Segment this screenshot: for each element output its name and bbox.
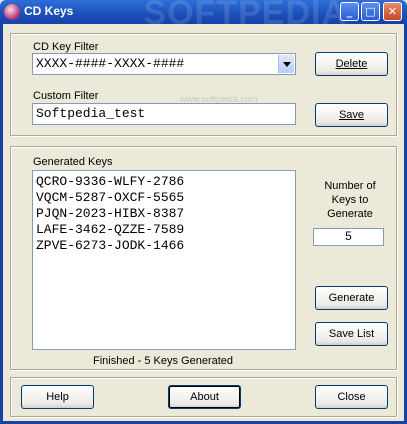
keys-to-label: Keys to [331,194,369,206]
about-button[interactable]: About [168,385,241,409]
list-item[interactable]: QCRO-9336-WLFY-2786 [36,174,292,190]
window-frame-left [0,24,3,424]
list-item[interactable]: LAFE-3462-QZZE-7589 [36,222,292,238]
generated-keys-label: Generated Keys [33,156,113,168]
help-button[interactable]: Help [21,385,94,409]
watermark: SOFTPEDIA [143,0,347,24]
custom-filter-label: Custom Filter [33,90,99,102]
generated-keys-list[interactable]: QCRO-9336-WLFY-2786 VQCM-5287-OXCF-5565 … [32,170,296,350]
generate-button-label: Generate [328,292,375,304]
cd-key-filter-label: CD Key Filter [33,41,99,53]
list-item[interactable]: ZPVE-6273-JODK-1466 [36,238,292,254]
list-item[interactable]: PJQN-2023-HIBX-8387 [36,206,292,222]
save-filter-label: Save [338,109,365,121]
close-button-label: Close [337,391,366,403]
app-icon [4,4,20,20]
window-title: CD Keys [24,4,74,18]
close-button[interactable]: Close [315,385,388,409]
generate-count-label: Generate [327,208,373,220]
key-count-input[interactable]: 5 [313,228,384,246]
close-window-button[interactable]: ✕ [383,2,402,21]
help-button-label: Help [46,391,69,403]
maximize-button[interactable]: □ [361,2,380,21]
save-list-button[interactable]: Save List [315,322,388,346]
cd-keys-window: SOFTPEDIA CD Keys _ □ ✕ CD Key Filter XX… [0,0,407,424]
delete-button[interactable]: Delete [315,52,388,76]
status-text: Finished - 5 Keys Generated [93,355,234,367]
number-of-label: Number of [324,180,376,192]
about-button-label: About [190,391,219,403]
list-item[interactable]: VQCM-5287-OXCF-5565 [36,190,292,206]
chevron-down-icon[interactable] [278,55,294,73]
cd-key-filter-combo[interactable]: XXXX-####-XXXX-#### [32,53,296,75]
custom-filter-input[interactable]: Softpedia_test [32,103,296,125]
cd-key-filter-value: XXXX-####-XXXX-#### [36,56,185,71]
generate-button[interactable]: Generate [315,286,388,310]
save-list-button-label: Save List [328,328,375,340]
title-bar[interactable]: SOFTPEDIA CD Keys _ □ ✕ [0,0,407,24]
delete-button-label: Delete [335,58,368,70]
save-filter-button[interactable]: Save [315,103,388,127]
watermark-url: www.softpedia.com [180,94,258,104]
minimize-button[interactable]: _ [340,2,359,21]
